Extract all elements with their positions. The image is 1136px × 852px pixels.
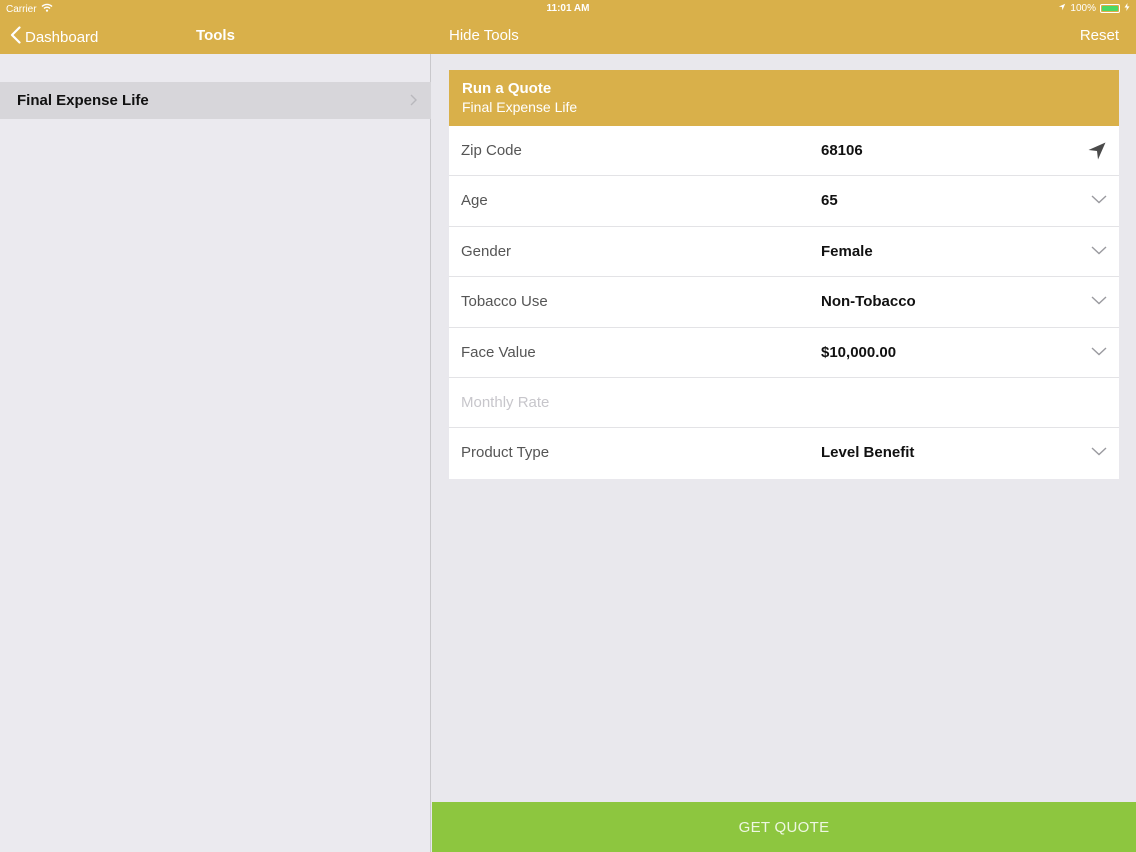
quote-title: Run a Quote bbox=[462, 80, 552, 97]
quote-card-header: Run a Quote Final Expense Life bbox=[449, 70, 1119, 126]
face-value-row[interactable]: Face Value $10,000.00 bbox=[449, 328, 1119, 378]
age-label: Age bbox=[461, 192, 488, 210]
tobacco-use-value: Non-Tobacco bbox=[821, 293, 916, 311]
top-bar: Carrier 11:01 AM 100% Dashboard Tools Hi… bbox=[0, 0, 1136, 54]
detail-nav-bar: Hide Tools Reset bbox=[432, 18, 1136, 54]
face-value-value: $10,000.00 bbox=[821, 343, 897, 361]
status-right: 100% bbox=[1058, 3, 1130, 14]
main-panel: Run a Quote Final Expense Life Zip Code … bbox=[432, 54, 1136, 802]
status-bar: Carrier 11:01 AM 100% bbox=[0, 0, 1136, 18]
sidebar-nav-bar: Dashboard Tools bbox=[0, 18, 431, 54]
chevron-right-icon bbox=[410, 93, 417, 110]
chevron-down-icon bbox=[1091, 443, 1107, 460]
product-type-value: Level Benefit bbox=[821, 444, 915, 462]
zip-code-label: Zip Code bbox=[461, 142, 522, 159]
nav-title: Tools bbox=[196, 27, 235, 44]
gender-row[interactable]: Gender Female bbox=[449, 227, 1119, 278]
quote-card: Run a Quote Final Expense Life Zip Code … bbox=[449, 70, 1119, 479]
age-value: 65 bbox=[821, 192, 838, 210]
gender-value: Female bbox=[821, 242, 873, 260]
hide-tools-button[interactable]: Hide Tools bbox=[449, 27, 519, 44]
tobacco-use-row[interactable]: Tobacco Use Non-Tobacco bbox=[449, 277, 1119, 328]
location-services-icon bbox=[1058, 3, 1066, 14]
zip-code-value[interactable]: 68106 bbox=[821, 142, 863, 159]
sidebar-item-label: Final Expense Life bbox=[17, 92, 149, 109]
sidebar: Final Expense Life bbox=[0, 54, 431, 852]
get-quote-button[interactable]: GET QUOTE bbox=[432, 802, 1136, 852]
location-arrow-icon[interactable] bbox=[1087, 141, 1107, 165]
battery-percent: 100% bbox=[1070, 3, 1096, 14]
chevron-down-icon bbox=[1091, 292, 1107, 309]
charging-icon bbox=[1124, 3, 1130, 14]
gender-label: Gender bbox=[461, 242, 512, 260]
zip-code-row[interactable]: Zip Code 68106 bbox=[449, 126, 1119, 177]
battery-icon bbox=[1100, 4, 1120, 13]
monthly-rate-label: Monthly Rate bbox=[461, 393, 550, 411]
chevron-down-icon bbox=[1091, 343, 1107, 360]
quote-subtitle: Final Expense Life bbox=[462, 99, 578, 115]
reset-button[interactable]: Reset bbox=[1080, 27, 1119, 44]
tobacco-use-label: Tobacco Use bbox=[461, 293, 548, 311]
age-row[interactable]: Age 65 bbox=[449, 176, 1119, 227]
monthly-rate-row: Monthly Rate bbox=[449, 378, 1119, 429]
sidebar-item-final-expense-life[interactable]: Final Expense Life bbox=[0, 82, 431, 119]
product-type-row[interactable]: Product Type Level Benefit bbox=[449, 428, 1119, 478]
status-time: 11:01 AM bbox=[546, 3, 590, 14]
chevron-down-icon bbox=[1091, 191, 1107, 208]
product-type-label: Product Type bbox=[461, 444, 550, 462]
face-value-label: Face Value bbox=[461, 343, 536, 361]
chevron-down-icon bbox=[1091, 242, 1107, 259]
